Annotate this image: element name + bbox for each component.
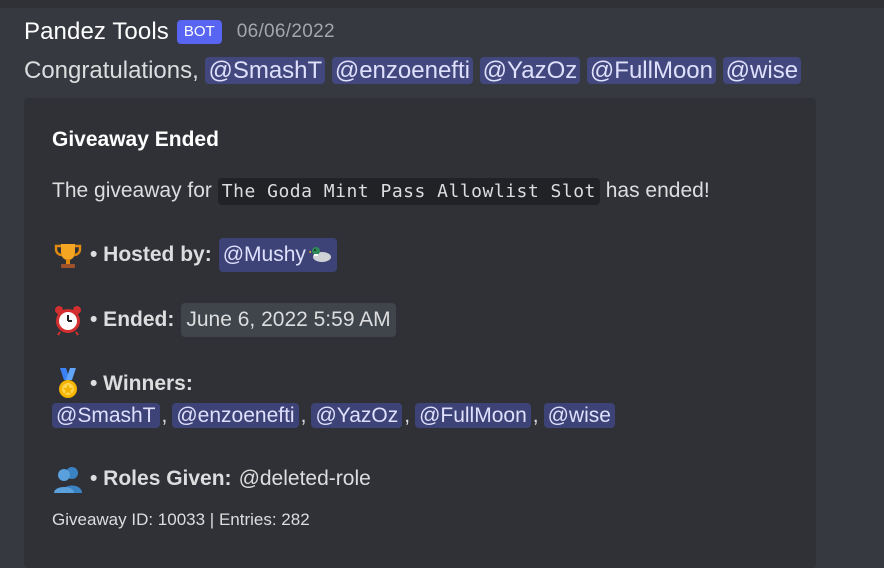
embed-title: Giveaway Ended [52, 128, 219, 151]
ended-label: • Ended: [90, 308, 175, 331]
winner-separator: , [404, 404, 411, 427]
winners-field: • Winners: [52, 368, 193, 400]
users-icon [54, 467, 82, 493]
roles-value: @deleted-role [238, 467, 371, 490]
winners-label: • Winners: [90, 372, 193, 395]
ended-field: • Ended: June 6, 2022 5:59 AM [52, 303, 396, 337]
hosted-by-label: • Hosted by: [90, 243, 212, 266]
winners-list: @SmashT, @enzoenefti, @YazOz, @FullMoon, @wi… [52, 401, 615, 431]
giveaway-embed: Giveaway Ended The giveaway for The Goda… [24, 98, 816, 568]
mention-enzoenefti[interactable]: @enzoenefti [331, 57, 473, 84]
winner-smasht[interactable]: @SmashT [52, 403, 160, 428]
mention-smasht[interactable]: @SmashT [205, 57, 326, 84]
mention-wise[interactable]: @wise [722, 57, 802, 84]
ended-time[interactable]: June 6, 2022 5:59 AM [181, 303, 396, 337]
host-mention[interactable]: @Mushy [218, 238, 337, 272]
message: Pandez Tools BOT 06/06/2022 Congratulati… [24, 14, 874, 88]
desc-prefix: The giveaway for [52, 179, 212, 202]
winner-yazoz[interactable]: @YazOz [311, 403, 403, 428]
message-header: Pandez Tools BOT 06/06/2022 [24, 14, 874, 50]
trophy-icon [54, 244, 82, 268]
winner-wise[interactable]: @wise [543, 403, 615, 428]
top-strip [0, 0, 884, 8]
medal-icon [59, 368, 77, 398]
host-mention-text: @Mushy [222, 243, 306, 266]
prize-code: The Goda Mint Pass Allowlist Slot [217, 178, 600, 205]
winner-enzoenefti[interactable]: @enzoenefti [172, 403, 299, 428]
desc-suffix: has ended! [605, 179, 710, 202]
roles-label: • Roles Given: [90, 467, 232, 490]
message-content: Congratulations, @SmashT @enzoenefti @Ya… [24, 54, 874, 88]
winner-separator: , [532, 404, 539, 427]
bot-badge: BOT [176, 20, 222, 44]
winner-separator: , [300, 404, 307, 427]
content-prefix: Congratulations, [24, 57, 206, 84]
hosted-by-field: • Hosted by: @Mushy [52, 238, 337, 272]
message-timestamp[interactable]: 06/06/2022 [237, 21, 335, 43]
roles-field: • Roles Given: @deleted-role [52, 463, 371, 495]
alarm-clock-icon [55, 306, 81, 336]
mention-yazoz[interactable]: @YazOz [479, 57, 581, 84]
embed-footer: Giveaway ID: 10033 | Entries: 282 [52, 510, 310, 529]
author-name[interactable]: Pandez Tools [24, 18, 169, 46]
embed-description: The giveaway for The Goda Mint Pass Allo… [52, 176, 710, 207]
embed-body: Giveaway Ended The giveaway for The Goda… [52, 128, 792, 529]
mention-fullmoon[interactable]: @FullMoon [586, 57, 716, 84]
duck-icon [307, 247, 331, 262]
winner-separator: , [161, 404, 168, 427]
winner-fullmoon[interactable]: @FullMoon [415, 403, 531, 428]
